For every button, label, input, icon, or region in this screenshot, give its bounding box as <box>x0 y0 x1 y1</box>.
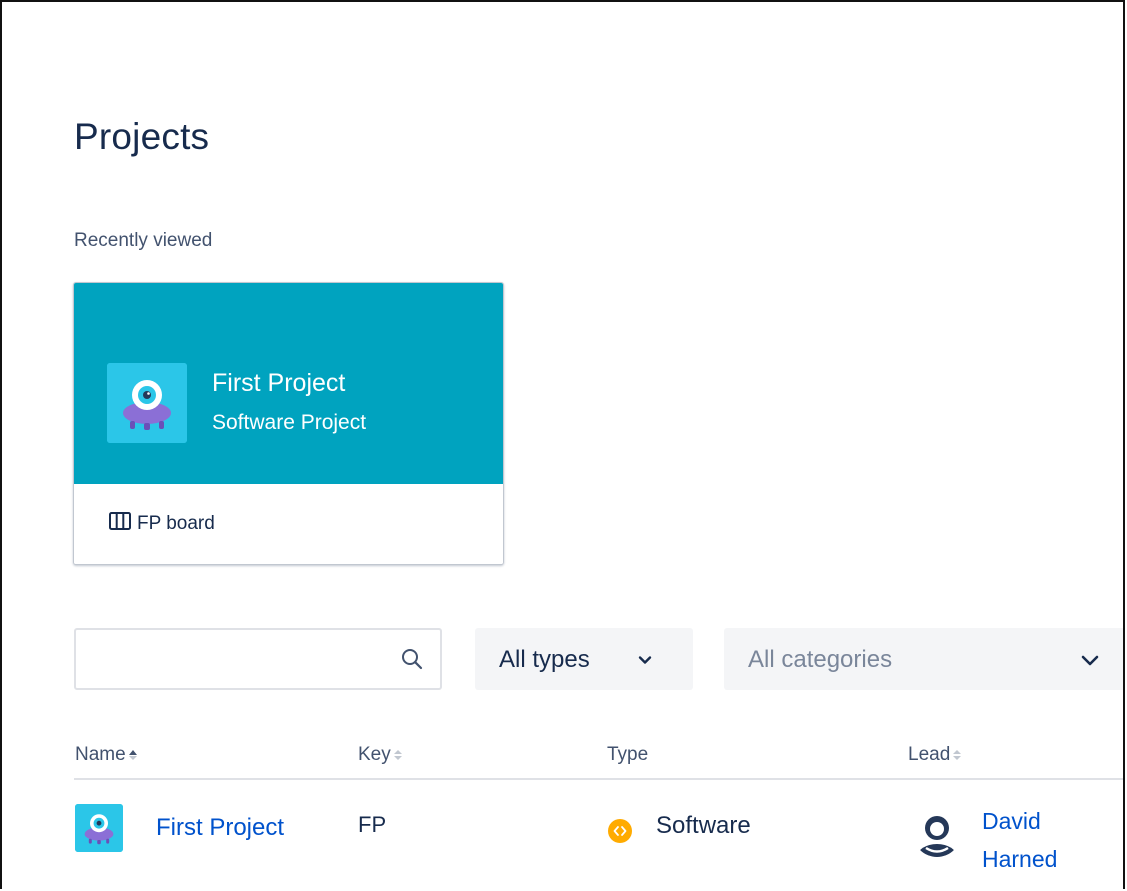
project-avatar-icon[interactable] <box>75 804 123 852</box>
column-header-label: Type <box>607 744 649 765</box>
category-filter-value: All categories <box>748 646 893 673</box>
project-avatar-icon <box>107 363 187 443</box>
column-header-lead[interactable]: Lead <box>908 744 962 766</box>
project-search[interactable] <box>74 628 442 690</box>
project-lead-link[interactable]: David Harned <box>982 802 1092 878</box>
project-type: Software <box>656 812 751 839</box>
chevron-down-icon <box>1079 650 1101 670</box>
recently-viewed-label: Recently viewed <box>74 230 213 251</box>
board-link[interactable]: FP board <box>109 512 215 536</box>
project-name-link[interactable]: First Project <box>156 814 284 842</box>
card-project-subtitle: Software Project <box>212 411 367 434</box>
column-header-key[interactable]: Key <box>358 744 403 766</box>
card-header[interactable]: First Project Software Project <box>74 283 503 484</box>
user-avatar-icon[interactable] <box>912 808 962 858</box>
type-filter-value: All types <box>499 646 590 673</box>
sort-ascending-icon <box>128 747 138 763</box>
column-header-label: Lead <box>908 744 951 765</box>
column-header-label: Name <box>75 744 126 765</box>
card-footer: FP board <box>74 484 503 564</box>
projects-table-header: Name Key Type Lead <box>74 736 1123 780</box>
column-header-type: Type <box>607 744 648 766</box>
board-icon <box>109 512 131 536</box>
search-icon[interactable] <box>400 647 424 671</box>
type-filter-select[interactable]: All types <box>475 628 693 690</box>
sort-icon <box>393 747 403 763</box>
table-row: First Project FP Software David Harned <box>74 782 1123 882</box>
software-type-icon <box>607 818 633 844</box>
app-frame: Projects Recently viewed First Project S… <box>0 0 1125 889</box>
recent-project-card[interactable]: First Project Software Project FP board <box>73 282 504 565</box>
project-key: FP <box>358 812 387 837</box>
board-label: FP board <box>137 513 215 534</box>
column-header-label: Key <box>358 744 391 765</box>
chevron-down-icon <box>637 652 653 668</box>
search-input[interactable] <box>86 640 390 680</box>
category-filter-select[interactable]: All categories <box>724 628 1123 690</box>
column-header-name[interactable]: Name <box>75 744 138 766</box>
sort-icon <box>952 747 962 763</box>
page-title: Projects <box>74 116 210 157</box>
card-project-title[interactable]: First Project <box>212 369 345 398</box>
